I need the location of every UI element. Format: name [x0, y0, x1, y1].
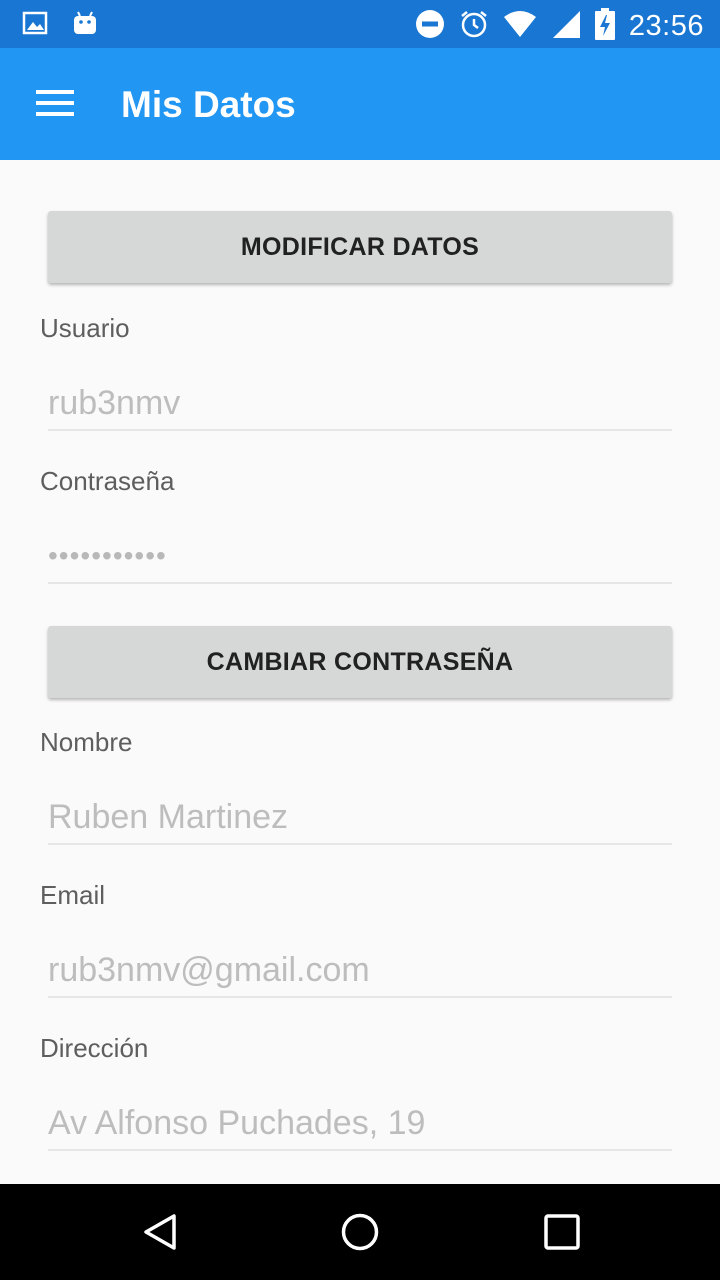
navigation-bar [0, 1184, 720, 1280]
android-icon [72, 10, 98, 41]
modify-data-button[interactable]: MODIFICAR DATOS [48, 211, 672, 283]
image-icon [22, 11, 48, 40]
email-label: Email [40, 880, 106, 910]
page-title: Mis Datos [121, 84, 296, 125]
hamburger-menu-icon[interactable] [36, 88, 76, 120]
app-bar: Mis Datos [0, 48, 720, 160]
status-time: 23:56 [628, 10, 704, 42]
back-icon[interactable] [140, 1212, 180, 1252]
alarm-icon [459, 9, 489, 44]
password-label: Contraseña [40, 466, 175, 496]
direccion-label: Dirección [40, 1033, 149, 1063]
home-icon[interactable] [340, 1212, 380, 1252]
battery-charging-icon [594, 8, 615, 45]
password-field[interactable]: ••••••••••• [48, 536, 672, 584]
change-password-button[interactable]: CAMBIAR CONTRASEÑA [48, 626, 672, 698]
usuario-field[interactable]: rub3nmv [48, 383, 672, 431]
recents-icon[interactable] [542, 1212, 582, 1252]
signal-icon [551, 9, 581, 44]
do-not-disturb-icon [415, 9, 445, 44]
direccion-field[interactable]: Av Alfonso Puchades, 19 [48, 1103, 672, 1151]
email-field[interactable]: rub3nmv@gmail.com [48, 950, 672, 998]
nombre-field[interactable]: Ruben Martinez [48, 797, 672, 845]
nombre-label: Nombre [40, 727, 133, 757]
wifi-icon [503, 10, 537, 43]
usuario-label: Usuario [40, 313, 130, 343]
status-bar: 23:56 [0, 0, 720, 48]
